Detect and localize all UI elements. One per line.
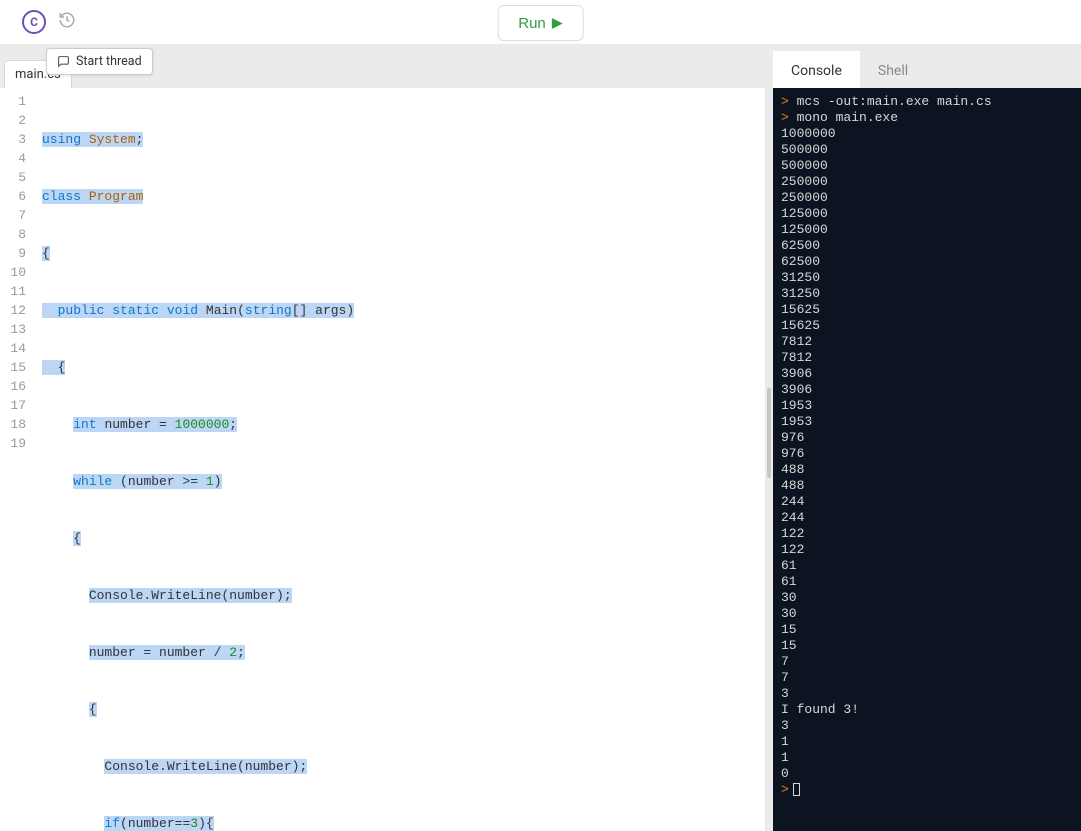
console-line: 125000	[781, 222, 1073, 238]
line-number: 14	[0, 339, 36, 358]
line-number: 12	[0, 301, 36, 320]
console-line: > mono main.exe	[781, 110, 1073, 126]
console-line: 976	[781, 430, 1073, 446]
prompt-icon: >	[781, 94, 797, 109]
tab-shell[interactable]: Shell	[860, 51, 926, 88]
console-line: 244	[781, 494, 1073, 510]
console-line: 500000	[781, 158, 1073, 174]
line-number: 1	[0, 92, 36, 111]
console-output[interactable]: > mcs -out:main.exe main.cs > mono main.…	[773, 88, 1081, 831]
tab-console[interactable]: Console	[773, 51, 860, 88]
line-number: 17	[0, 396, 36, 415]
console-line: 0	[781, 766, 1073, 782]
console-line: 122	[781, 542, 1073, 558]
console-line: 3906	[781, 382, 1073, 398]
console-line: 62500	[781, 238, 1073, 254]
line-number: 2	[0, 111, 36, 130]
line-number: 5	[0, 168, 36, 187]
console-line: 122	[781, 526, 1073, 542]
line-number: 11	[0, 282, 36, 301]
console-line: 250000	[781, 174, 1073, 190]
main-area: 12345678910111213141516171819 using Syst…	[0, 88, 1081, 831]
console-line: 500000	[781, 142, 1073, 158]
console-line: 3	[781, 686, 1073, 702]
console-line: I found 3!	[781, 702, 1073, 718]
splitter-thumb[interactable]	[767, 388, 771, 478]
console-line: 31250	[781, 286, 1073, 302]
console-line: 3906	[781, 366, 1073, 382]
code-surface[interactable]: using System; class Program { public sta…	[36, 88, 765, 831]
console-line: 61	[781, 574, 1073, 590]
console-line: 7812	[781, 334, 1073, 350]
line-number: 3	[0, 130, 36, 149]
console-line: 1	[781, 734, 1073, 750]
prompt-icon: >	[781, 782, 789, 797]
run-button-label: Run	[518, 15, 546, 32]
console-line: 31250	[781, 270, 1073, 286]
console-line: 7	[781, 654, 1073, 670]
console-prompt: >	[781, 782, 1073, 798]
console-line: 61	[781, 558, 1073, 574]
run-button[interactable]: Run	[497, 5, 584, 41]
console-line: 30	[781, 606, 1073, 622]
console-line: 244	[781, 510, 1073, 526]
console-line: 488	[781, 462, 1073, 478]
line-number: 7	[0, 206, 36, 225]
tab-bar: main.cs Start thread Console Shell	[0, 44, 1081, 88]
line-number: 10	[0, 263, 36, 282]
play-icon	[552, 18, 563, 29]
line-number: 4	[0, 149, 36, 168]
line-number: 18	[0, 415, 36, 434]
console-line: 30	[781, 590, 1073, 606]
prompt-icon: >	[781, 110, 797, 125]
console-line: 1953	[781, 414, 1073, 430]
line-number: 13	[0, 320, 36, 339]
comment-icon	[57, 55, 70, 68]
pane-splitter[interactable]	[765, 88, 773, 831]
line-number: 9	[0, 244, 36, 263]
start-thread-label: Start thread	[76, 54, 142, 69]
history-icon[interactable]	[58, 11, 76, 33]
language-icon: C	[22, 10, 46, 34]
language-letter: C	[30, 15, 38, 29]
line-number: 16	[0, 377, 36, 396]
console-line: 62500	[781, 254, 1073, 270]
console-line: 7812	[781, 350, 1073, 366]
console-line: 3	[781, 718, 1073, 734]
console-line: 250000	[781, 190, 1073, 206]
top-toolbar: C Run	[0, 0, 1081, 44]
editor-tab-strip: main.cs Start thread	[0, 44, 773, 88]
line-number-gutter: 12345678910111213141516171819	[0, 88, 36, 831]
console-line: 7	[781, 670, 1073, 686]
console-line: 488	[781, 478, 1073, 494]
line-number: 19	[0, 434, 36, 453]
console-line: > mcs -out:main.exe main.cs	[781, 94, 1073, 110]
console-line: 1000000	[781, 126, 1073, 142]
console-line: 15	[781, 622, 1073, 638]
line-number: 15	[0, 358, 36, 377]
cursor-block	[793, 783, 800, 796]
console-line: 15625	[781, 302, 1073, 318]
console-line: 15625	[781, 318, 1073, 334]
console-line: 1953	[781, 398, 1073, 414]
console-line: 1	[781, 750, 1073, 766]
console-line: 976	[781, 446, 1073, 462]
console-line: 125000	[781, 206, 1073, 222]
code-editor[interactable]: 12345678910111213141516171819 using Syst…	[0, 88, 765, 831]
output-tab-strip: Console Shell	[773, 44, 1081, 88]
line-number: 8	[0, 225, 36, 244]
start-thread-button[interactable]: Start thread	[46, 48, 153, 75]
console-line: 15	[781, 638, 1073, 654]
line-number: 6	[0, 187, 36, 206]
